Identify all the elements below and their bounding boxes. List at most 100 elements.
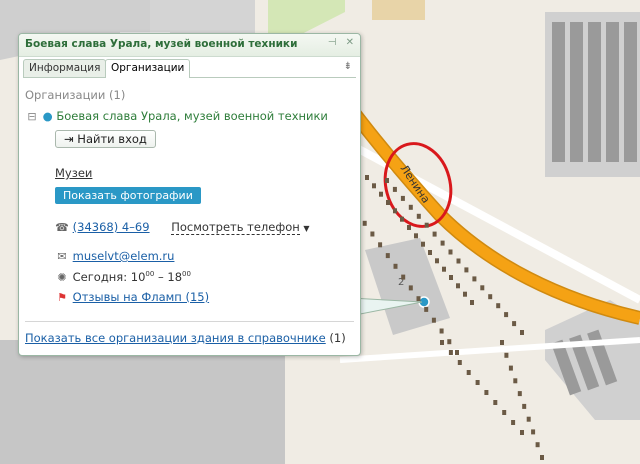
monument-marker [400, 195, 405, 201]
monument-marker [400, 216, 404, 222]
monument-marker [456, 283, 460, 289]
chevron-down-icon[interactable]: ⇟ [344, 61, 352, 72]
monument-marker [440, 240, 445, 246]
monument-marker [408, 204, 413, 210]
monument-marker [504, 312, 509, 318]
mail-icon: ✉ [57, 250, 67, 263]
monument-marker [385, 253, 390, 259]
monument-marker [500, 340, 504, 345]
monument-marker [439, 328, 444, 334]
monument-marker [440, 340, 444, 345]
show-photos-button[interactable]: Показать фотографии [55, 187, 201, 204]
collapse-icon[interactable]: ⊟ [25, 110, 39, 123]
info-panel: Боевая слава Урала, музей военной техник… [18, 33, 361, 356]
monument-marker [442, 266, 446, 272]
view-phone-button[interactable]: Посмотреть телефон [171, 220, 300, 235]
monument-marker [393, 208, 397, 214]
monument-marker [526, 416, 531, 422]
monument-marker [455, 350, 459, 355]
map-building [372, 0, 425, 20]
flamp-icon: ⚑ [57, 291, 67, 304]
map-pin-icon: ● [42, 109, 53, 123]
category-link[interactable]: Музеи [55, 166, 92, 180]
monument-marker [493, 400, 498, 405]
panel-content: Организации (1) ⊟ ● Боевая слава Урала, … [25, 82, 354, 355]
monument-marker [362, 220, 367, 226]
monument-marker [504, 352, 509, 358]
dropdown-arrow-icon[interactable]: ▼ [303, 224, 309, 233]
monument-marker [392, 186, 397, 192]
monument-marker [393, 263, 398, 269]
monument-marker [447, 339, 452, 345]
monument-marker [496, 303, 501, 309]
monument-marker [513, 378, 518, 384]
monument-marker [520, 330, 524, 335]
clock-icon: ✺ [57, 271, 67, 284]
find-entrance-label: Найти вход [77, 132, 147, 146]
monument-marker [535, 442, 540, 448]
monument-marker [457, 360, 462, 365]
monument-marker [449, 275, 453, 280]
monument-marker [448, 350, 453, 355]
monument-marker [472, 276, 477, 282]
monument-marker [372, 183, 376, 189]
monument-marker [484, 390, 489, 395]
monument-marker [520, 430, 524, 435]
monument-marker [435, 258, 439, 264]
monument-marker [540, 455, 544, 460]
monument-marker [480, 285, 485, 291]
panel-pointer [350, 297, 423, 317]
monument-marker [517, 391, 522, 397]
monument-marker [508, 365, 513, 371]
flamp-reviews-link[interactable]: Отзывы на Фламп (15) [73, 290, 209, 304]
monument-marker [432, 231, 437, 237]
opening-hours: Сегодня: 1000 – 1800 [72, 270, 191, 284]
monument-marker [428, 250, 432, 255]
monument-marker [448, 249, 453, 255]
monument-marker [531, 429, 536, 435]
phone-icon: ☎ [55, 221, 69, 234]
map-building [0, 340, 285, 464]
monument-marker [512, 321, 517, 327]
show-all-orgs-link[interactable]: Показать все организации здания в справо… [25, 331, 326, 345]
monument-marker [522, 403, 527, 409]
monument-marker [378, 242, 383, 248]
monument-marker [385, 178, 389, 183]
show-all-count: (1) [329, 331, 346, 345]
tab-info[interactable]: Информация [23, 59, 107, 77]
monument-marker [401, 274, 406, 280]
monument-marker [379, 191, 383, 197]
monument-marker [464, 267, 469, 273]
tab-organizations[interactable]: Организации [105, 59, 191, 78]
divider [25, 321, 354, 322]
monument-marker [488, 294, 493, 300]
panel-header: Боевая слава Урала, музей военной техник… [19, 34, 360, 57]
entrance-icon: ⇥ [64, 132, 74, 146]
phone-number[interactable]: (34368) 4–69 [73, 220, 150, 234]
monument-marker [407, 225, 411, 230]
monument-marker [421, 241, 425, 247]
section-title: Организации (1) [25, 88, 126, 102]
monument-marker [511, 420, 516, 425]
monument-marker [456, 258, 461, 264]
pin-icon[interactable]: ⊣ [328, 37, 337, 48]
monument-marker [365, 175, 369, 180]
monument-marker [431, 317, 436, 323]
map-building-group [545, 12, 640, 177]
org-name[interactable]: Боевая слава Урала, музей военной техник… [56, 109, 328, 123]
monument-marker [386, 200, 390, 205]
monument-marker [463, 291, 467, 297]
monument-marker [470, 300, 474, 305]
monument-marker [414, 233, 418, 239]
monument-marker [466, 370, 471, 375]
email-link[interactable]: muselvt@elem.ru [73, 249, 175, 263]
monument-marker [475, 380, 480, 385]
monument-marker [370, 231, 375, 237]
find-entrance-button[interactable]: ⇥ Найти вход [55, 130, 156, 148]
close-icon[interactable]: ✕ [346, 37, 354, 48]
monument-marker [416, 213, 421, 219]
monument-marker [502, 410, 507, 415]
panel-tabs: Информация Организации ⇟ [23, 59, 356, 78]
monument-marker [424, 222, 429, 228]
panel-title: Боевая слава Урала, музей военной техник… [25, 38, 298, 50]
